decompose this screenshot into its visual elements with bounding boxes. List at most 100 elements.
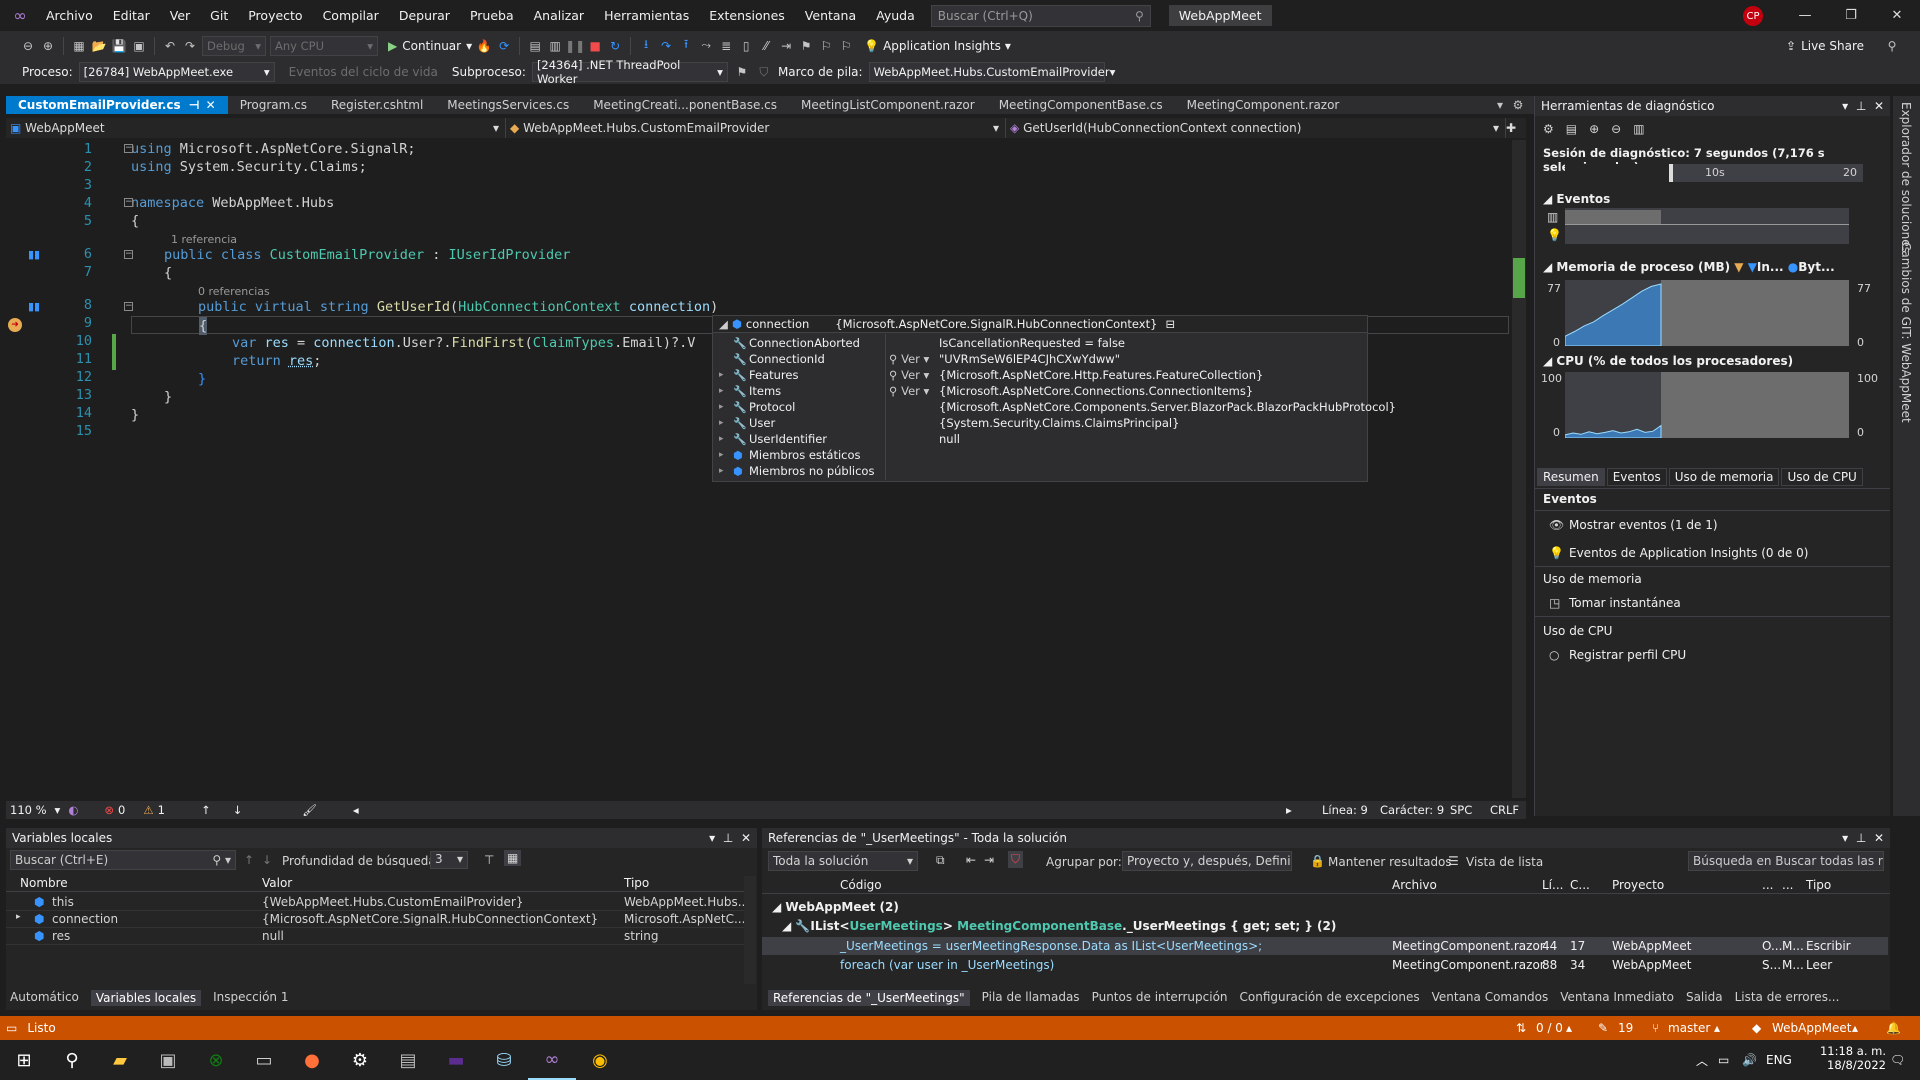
locals-row[interactable]: ⬢ this {WebAppMeet.Hubs.CustomEmailProvide…: [6, 894, 749, 911]
filter-icon[interactable]: ⛉: [756, 64, 772, 80]
locals-row[interactable]: ▸ ⬢ connection {Microsoft.AspNetCore.Signal…: [6, 911, 745, 928]
windows-start-icon[interactable]: ⊞: [0, 1040, 48, 1080]
live-share-button[interactable]: ⇪ Live Share: [1786, 39, 1864, 53]
zoom-level[interactable]: 110 %: [10, 803, 47, 817]
refs-row[interactable]: foreach (var user in _UserMeetings) Meeti…: [762, 956, 1888, 974]
datatip-popup[interactable]: ◢ ⬢ connection {Microsoft.AspNetCore.Sig…: [712, 315, 1396, 482]
datatip-row[interactable]: 🔧 ConnectionId ⚲ Ver ▾ "UVRmSeW6lEP4CJhCXwY…: [713, 351, 1367, 367]
take-snapshot-link[interactable]: Tomar instantánea: [1569, 596, 1681, 610]
language-indicator[interactable]: ENG: [1766, 1053, 1792, 1067]
list-view-toggle[interactable]: Vista de lista: [1466, 855, 1543, 869]
search-next-icon[interactable]: ↓: [262, 853, 272, 867]
codelens-icon[interactable]: ▮▮: [28, 248, 40, 261]
pin-icon[interactable]: ⊥: [723, 831, 733, 845]
sync-count[interactable]: 0 / 0: [1536, 1021, 1563, 1035]
class-dropdown[interactable]: ◆ WebAppMeet.Hubs.CustomEmailProvider ▾: [506, 118, 1006, 138]
app-insights-button[interactable]: 💡 Application Insights ▾: [864, 39, 1011, 53]
refs-column-header[interactable]: ...: [1762, 878, 1773, 892]
menu-item[interactable]: Proyecto: [238, 8, 312, 23]
restore-icon[interactable]: ❐: [1828, 8, 1874, 23]
editor-tab[interactable]: MeetingsServices.cs: [435, 96, 581, 114]
prev-bookmark-icon[interactable]: ⚐: [818, 38, 834, 54]
warning-icon[interactable]: ⚠: [143, 803, 153, 817]
minimize-icon[interactable]: —: [1782, 8, 1828, 23]
restart-debug-icon[interactable]: ↻: [607, 38, 623, 54]
forward-icon[interactable]: ⊕: [40, 38, 56, 54]
menu-item[interactable]: Ventana: [795, 8, 866, 23]
branch-name[interactable]: master: [1668, 1021, 1710, 1035]
locals-search-input[interactable]: Buscar (Ctrl+E) ⚲ ▾: [10, 850, 236, 870]
settings-icon[interactable]: ⚙: [1510, 97, 1526, 113]
layout-icon[interactable]: ▥: [547, 38, 563, 54]
sync-icon[interactable]: ⇅: [1516, 1021, 1526, 1035]
refs-column-header[interactable]: Tipo: [1806, 878, 1831, 892]
redo-icon[interactable]: ↷: [182, 38, 198, 54]
app-insights-events-link[interactable]: Eventos de Application Insights (0 de 0): [1569, 546, 1808, 560]
notification-center-icon[interactable]: 🗨: [1890, 1053, 1905, 1067]
expand-icon[interactable]: ▸: [719, 386, 724, 396]
network-icon[interactable]: ▭: [1718, 1053, 1729, 1067]
bookmark-icon[interactable]: ⚑: [798, 38, 814, 54]
file-explorer-icon[interactable]: ▰: [96, 1040, 144, 1080]
menu-item[interactable]: Editar: [103, 8, 160, 23]
browser-link-icon[interactable]: ▤: [527, 38, 543, 54]
menu-item[interactable]: Herramientas: [594, 8, 699, 23]
refs-column-header[interactable]: Lí...: [1542, 878, 1563, 892]
back-icon[interactable]: ⊖: [20, 38, 36, 54]
visual-studio-icon[interactable]: ∞: [528, 1040, 576, 1080]
editor-tab[interactable]: MeetingListComponent.razor: [789, 96, 987, 114]
timeline-ruler[interactable]: 10s 20: [1565, 164, 1863, 182]
solution-explorer-tab[interactable]: Explorador de soluciones: [1899, 102, 1913, 253]
execution-pointer-icon[interactable]: ➜: [8, 318, 22, 332]
bottom-tab[interactable]: Salida: [1686, 990, 1723, 1006]
col-name[interactable]: Nombre: [20, 876, 68, 890]
terminal-icon[interactable]: ▭: [240, 1040, 288, 1080]
zoom-in-icon[interactable]: ⊕: [1589, 122, 1599, 136]
bottom-tab[interactable]: Referencias de "_UserMeetings": [768, 990, 970, 1006]
datatip-row[interactable]: ▸ 🔧 Items ⚲ Ver ▾ {Microsoft.AspNetCore.Conn…: [713, 383, 1367, 399]
editor-tab[interactable]: Register.cshtml: [319, 96, 435, 114]
datatip-row[interactable]: ▸ 🔧 Features ⚲ Ver ▾ {Microsoft.AspNetCore.H…: [713, 367, 1367, 383]
member-dropdown[interactable]: ◈ GetUserId(HubConnectionContext connect…: [1006, 118, 1506, 138]
notifications-icon[interactable]: 🔔: [1886, 1021, 1901, 1035]
step-out-icon[interactable]: ⭱: [678, 37, 694, 54]
pin-icon[interactable]: ⊥: [1856, 99, 1866, 113]
dropdown-icon[interactable]: ▾: [1842, 99, 1848, 113]
clock[interactable]: 11:18 a. m. 18/8/2022: [1810, 1044, 1886, 1072]
prev-issue-icon[interactable]: ↑: [201, 803, 211, 817]
spacing-indicator[interactable]: SPC: [1450, 803, 1472, 817]
error-icon[interactable]: ⊗: [104, 803, 114, 817]
pause-icon[interactable]: ❚❚: [565, 38, 585, 54]
open-icon[interactable]: 📂: [91, 38, 107, 54]
expand-icon[interactable]: ▸: [16, 912, 21, 922]
editor-tab[interactable]: MeetingComponentBase.cs: [987, 96, 1175, 114]
fold-toggle[interactable]: −: [124, 302, 133, 311]
tab-overflow-icon[interactable]: ▾: [1492, 97, 1508, 113]
repo-name[interactable]: WebAppMeet: [1772, 1021, 1851, 1035]
group-by-select[interactable]: Proyecto y, después, Definició▾: [1122, 851, 1292, 871]
show-threads-icon[interactable]: ≣: [718, 38, 734, 54]
fold-toggle[interactable]: −: [124, 250, 133, 259]
expand-icon[interactable]: ▸: [719, 418, 724, 428]
expand-icon[interactable]: ▸: [719, 434, 724, 444]
health-icon[interactable]: ◐: [68, 803, 78, 817]
menu-item[interactable]: Ver: [160, 8, 200, 23]
store-icon[interactable]: ▣: [144, 1040, 192, 1080]
datatip-row[interactable]: ▸ 🔧 UserIdentifier null: [713, 431, 1367, 447]
scroll-thumb[interactable]: [1513, 258, 1525, 298]
breakpoints-icon[interactable]: ▯: [738, 38, 754, 54]
keep-results-toggle[interactable]: Mantener resultados: [1328, 855, 1452, 869]
undo-icon[interactable]: ↶: [162, 38, 178, 54]
fold-toggle[interactable]: −: [124, 198, 133, 207]
fold-toggle[interactable]: −: [124, 144, 133, 153]
events-section[interactable]: ◢ Eventos: [1543, 192, 1610, 206]
pin-icon[interactable]: ⊥: [1856, 831, 1866, 845]
view-toggle-icon[interactable]: ▦: [504, 850, 522, 866]
cpu-section[interactable]: ◢ CPU (% de todos los procesadores): [1543, 354, 1793, 368]
locals-scrollbar[interactable]: [744, 876, 756, 984]
pencil-icon[interactable]: ✎: [1598, 1021, 1608, 1035]
events-graph[interactable]: [1565, 208, 1849, 244]
col-type[interactable]: Tipo: [624, 876, 649, 890]
close-icon[interactable]: ✕: [1874, 8, 1920, 23]
lifecycle-events-button[interactable]: Eventos del ciclo de vida: [289, 65, 438, 79]
